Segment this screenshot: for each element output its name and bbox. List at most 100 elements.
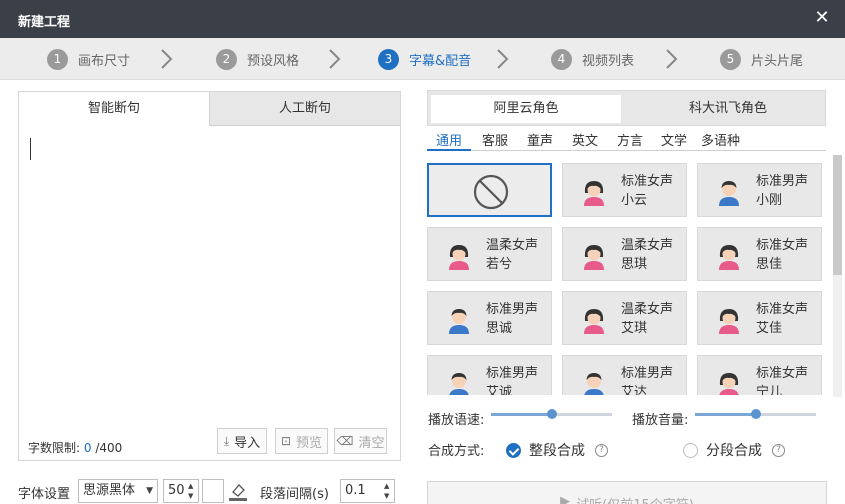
voice-none-card[interactable] (427, 163, 552, 217)
voice-type: 标准女声 (756, 366, 809, 381)
speed-label: 播放语速: (428, 413, 485, 428)
stepper-arrows-icon: ▲ ▼ (384, 482, 390, 500)
play-icon: ▶ (560, 494, 571, 504)
help-icon[interactable]: ? (595, 443, 608, 457)
voice-card[interactable]: 标准男声 小刚 (697, 163, 822, 217)
chevron-right-icon (329, 49, 341, 69)
voice-nickname: 艾佳 (756, 321, 783, 336)
mode-whole-option[interactable]: 整段合成 ? (506, 440, 608, 460)
voice-scrollbar[interactable] (833, 155, 842, 397)
voice-type: 温柔女声 (621, 238, 674, 253)
synthesis-mode-label: 合成方式: (428, 444, 485, 459)
window-title: 新建工程 (18, 15, 71, 30)
slider-knob[interactable] (547, 409, 557, 419)
voice-type: 温柔女声 (486, 238, 539, 253)
voice-name: 标准女声 宁儿 (756, 364, 816, 395)
tab-aliyun-voices[interactable]: 阿里云角色 (431, 95, 621, 123)
tab-smart-sentence[interactable]: 智能断句 (19, 92, 209, 126)
category-service[interactable]: 客服 (482, 130, 508, 149)
sentence-mode-tabs: 智能断句 人工断句 (19, 92, 400, 126)
voice-type: 标准女声 (621, 174, 674, 189)
category-english[interactable]: 英文 (572, 130, 598, 149)
clear-button[interactable]: ⌫ 清空 (334, 428, 387, 454)
font-family-select[interactable]: 思源黑体 ▼ (78, 479, 158, 503)
preview-button[interactable]: ⊡ 预览 (275, 428, 328, 454)
female-avatar-icon (584, 309, 604, 334)
voice-grid: 标准女声 小云 标准男声 小刚 温柔女声 若兮 温柔女声 思琪 标准女声 思佳 标准男声 思诚 温柔女声… (427, 163, 827, 395)
chevron-right-icon (161, 49, 173, 69)
char-count: 0 (83, 441, 92, 455)
voice-name: 标准男声 小刚 (756, 172, 816, 210)
voice-card[interactable]: 标准女声 宁儿 (697, 355, 822, 395)
voice-name: 温柔女声 思琪 (621, 236, 681, 274)
category-divider (427, 150, 826, 151)
font-color-swatch[interactable] (202, 479, 224, 503)
voice-card[interactable]: 标准男声 艾诚 (427, 355, 552, 395)
voice-name: 温柔女声 若兮 (486, 236, 546, 274)
voice-card[interactable]: 温柔女声 艾琪 (562, 291, 687, 345)
voice-card[interactable]: 标准男声 思诚 (427, 291, 552, 345)
eraser-icon: ⌫ (336, 434, 354, 448)
male-avatar-icon (449, 309, 469, 334)
step-label: 片头片尾 (751, 53, 804, 69)
male-avatar-icon (584, 373, 604, 395)
no-voice-icon (473, 174, 509, 210)
female-avatar-icon (584, 245, 604, 270)
slider-fill (695, 413, 756, 416)
male-avatar-icon (449, 373, 469, 395)
voice-nickname: 宁儿 (756, 385, 783, 395)
step-intro-outro[interactable]: 5 片头片尾 (720, 48, 803, 70)
voice-type: 标准女声 (756, 302, 809, 317)
step-subtitle-dubbing[interactable]: 3 字幕&配音 (378, 48, 471, 70)
volume-slider[interactable] (695, 409, 816, 419)
category-general[interactable]: 通用 (436, 130, 462, 149)
slider-knob[interactable] (751, 409, 761, 419)
voice-card[interactable]: 标准男声 艾达 (562, 355, 687, 395)
close-icon[interactable]: ✕ (813, 8, 831, 28)
voice-nickname: 艾诚 (486, 385, 513, 395)
voice-type: 温柔女声 (621, 302, 674, 317)
outline-color-icon[interactable] (228, 480, 248, 502)
help-icon[interactable]: ? (772, 443, 785, 457)
paragraph-spacing-label: 段落间隔(s) (260, 487, 329, 502)
import-button[interactable]: ⤓ 导入 (217, 428, 267, 454)
voice-card[interactable]: 温柔女声 若兮 (427, 227, 552, 281)
radio-checked-icon[interactable] (506, 442, 521, 458)
category-children[interactable]: 童声 (527, 130, 553, 149)
female-avatar-icon (719, 373, 739, 395)
title-bar: 新建工程 ✕ (0, 0, 845, 38)
female-avatar-icon (719, 245, 739, 270)
dropdown-arrow-icon: ▼ (146, 486, 153, 496)
step-preset-style[interactable]: 2 预设风格 (216, 48, 299, 70)
voice-card[interactable]: 标准女声 艾佳 (697, 291, 822, 345)
voice-card[interactable]: 温柔女声 思琪 (562, 227, 687, 281)
step-label: 字幕&配音 (409, 53, 472, 69)
voice-provider-tabs: 阿里云角色 科大讯飞角色 (427, 90, 826, 126)
step-canvas-size[interactable]: 1 画布尺寸 (47, 48, 130, 70)
category-literature[interactable]: 文学 (661, 130, 687, 149)
preview-listen-button[interactable]: ▶ 试听(仅前15个字符) (427, 481, 827, 504)
tab-manual-sentence[interactable]: 人工断句 (209, 92, 400, 126)
radio-unchecked-icon[interactable] (683, 442, 698, 458)
mode-segment-option[interactable]: 分段合成 ? (683, 440, 785, 460)
voice-name: 标准女声 小云 (621, 172, 681, 210)
voice-card[interactable]: 标准女声 思佳 (697, 227, 822, 281)
paragraph-spacing-stepper[interactable]: 0.1 ▲ ▼ (340, 479, 395, 503)
voice-nickname: 小刚 (756, 193, 783, 208)
text-cursor[interactable] (30, 138, 31, 160)
volume-label: 播放音量: (632, 413, 689, 428)
tab-iflytek-voices[interactable]: 科大讯飞角色 (633, 95, 823, 123)
speed-slider[interactable] (491, 409, 612, 419)
font-size-stepper[interactable]: 50 ▲ ▼ (163, 479, 199, 503)
category-dialect[interactable]: 方言 (617, 130, 643, 149)
step-label: 视频列表 (582, 53, 635, 69)
slider-fill (491, 413, 552, 416)
category-multilingual[interactable]: 多语种 (701, 130, 740, 149)
voice-name: 标准男声 艾达 (621, 364, 681, 395)
import-icon: ⤓ (223, 433, 230, 448)
voice-type: 标准男声 (486, 366, 539, 381)
voice-nickname: 若兮 (486, 257, 513, 272)
scrollbar-thumb[interactable] (833, 155, 842, 275)
voice-card[interactable]: 标准女声 小云 (562, 163, 687, 217)
step-video-list[interactable]: 4 视频列表 (551, 48, 634, 70)
